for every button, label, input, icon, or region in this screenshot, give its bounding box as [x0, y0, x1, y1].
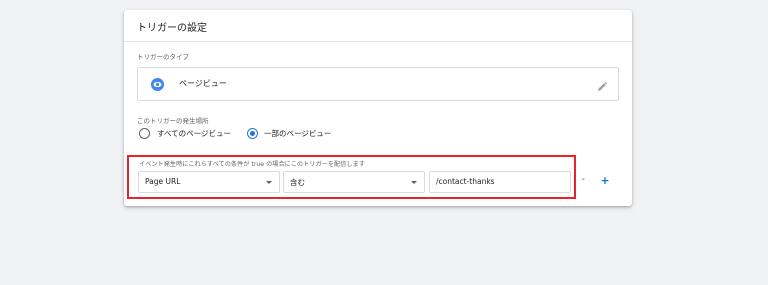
pencil-icon[interactable] [596, 78, 608, 91]
trigger-type-label: トリガーのタイプ [137, 53, 189, 61]
condition-value-input[interactable]: /contact-thanks [429, 171, 571, 193]
variable-select[interactable]: Page URL [138, 171, 280, 193]
radio-button-unchecked[interactable] [139, 128, 150, 139]
add-condition-button[interactable]: + [600, 174, 610, 188]
chevron-down-icon [411, 181, 417, 184]
condition-value-text: /contact-thanks [436, 177, 495, 186]
remove-condition-button[interactable]: - [578, 173, 588, 187]
radio-label-some: 一部のページビュー [264, 129, 332, 138]
trigger-type-value: ページビュー [179, 79, 227, 88]
operator-select[interactable]: 含む [283, 171, 425, 193]
radio-label-all: すべてのページビュー [157, 129, 232, 138]
chevron-down-icon [266, 181, 272, 184]
radio-some-pageviews[interactable]: 一部のページビュー [247, 127, 357, 141]
card-header: トリガーの設定 [124, 10, 632, 42]
card-title: トリガーの設定 [137, 23, 207, 34]
eye-icon [151, 78, 164, 91]
conditions-label: イベント発生時にこれらすべての条件が true の場合にこのトリガーを配信します [139, 161, 365, 168]
operator-select-value: 含む [290, 178, 305, 187]
variable-select-value: Page URL [145, 177, 181, 186]
radio-button-checked[interactable] [247, 128, 258, 139]
radio-all-pageviews[interactable]: すべてのページビュー [139, 127, 249, 141]
trigger-type-selector[interactable]: ページビュー [137, 67, 619, 101]
fire-on-label: このトリガーの発生場所 [137, 117, 209, 125]
